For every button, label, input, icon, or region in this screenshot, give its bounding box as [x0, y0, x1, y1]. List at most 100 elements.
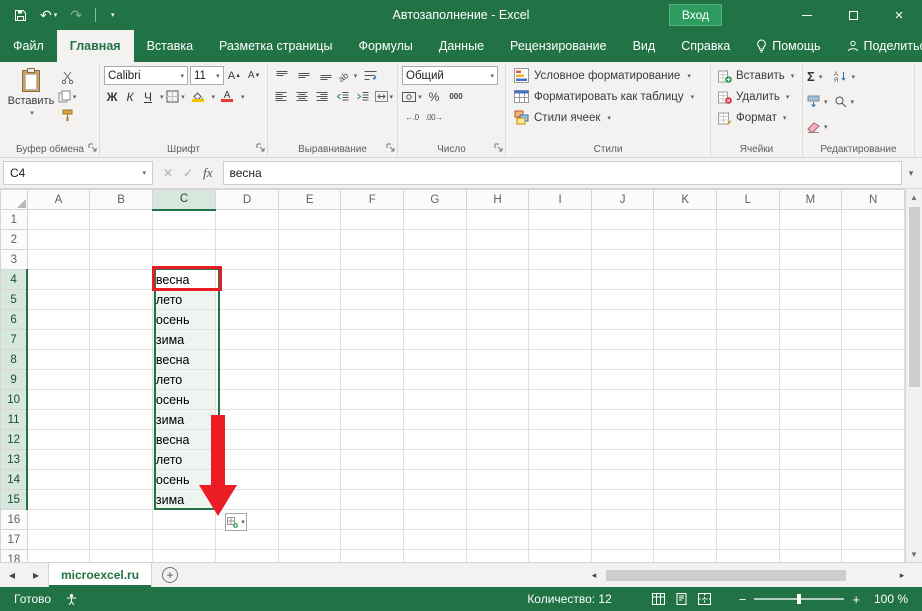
cell-A9[interactable] [26, 369, 91, 390]
cell-G9[interactable] [403, 369, 467, 390]
cell-D2[interactable] [215, 229, 279, 250]
cell-L1[interactable] [715, 209, 780, 230]
cell-B13[interactable] [89, 449, 153, 470]
conditional-formatting-button[interactable]: Условное форматирование ▾ [510, 65, 706, 86]
row-header-4[interactable]: 4 [0, 269, 29, 290]
cell-K13[interactable] [653, 449, 717, 470]
cell-B4[interactable] [89, 269, 153, 290]
cell-K14[interactable] [653, 469, 717, 490]
row-header-16[interactable]: 16 [0, 509, 28, 530]
cell-E15[interactable] [277, 489, 342, 510]
cell-C8[interactable]: весна [151, 349, 217, 370]
cell-F3[interactable] [340, 249, 405, 270]
scroll-up-icon[interactable]: ▲ [906, 189, 922, 205]
alignment-dialog-launcher[interactable] [386, 143, 395, 155]
cell-L10[interactable] [715, 389, 780, 410]
cell-G10[interactable] [403, 389, 467, 410]
cell-A12[interactable] [26, 429, 91, 450]
cell-I6[interactable] [528, 309, 592, 330]
cell-A10[interactable] [26, 389, 91, 410]
cell-E6[interactable] [277, 309, 342, 330]
cell-I1[interactable] [528, 209, 592, 230]
customize-qat-icon[interactable]: ▾ [109, 11, 115, 19]
cell-J18[interactable] [590, 549, 655, 562]
decrease-indent-icon[interactable] [334, 87, 353, 106]
cell-A11[interactable] [26, 409, 91, 430]
tab-view[interactable]: Вид [620, 30, 669, 62]
cell-N1[interactable] [841, 209, 905, 230]
percent-format-icon[interactable]: % [424, 87, 444, 106]
cell-G16[interactable] [403, 509, 467, 530]
cell-E8[interactable] [277, 349, 342, 370]
cell-B9[interactable] [89, 369, 153, 390]
cell-D6[interactable] [215, 309, 279, 330]
cell-K6[interactable] [653, 309, 717, 330]
cell-C3[interactable] [151, 249, 217, 270]
hscroll-right-icon[interactable]: ▸ [890, 570, 914, 581]
align-middle-icon[interactable] [294, 66, 314, 85]
zoom-level[interactable]: 100 % [874, 592, 908, 606]
cell-H17[interactable] [465, 529, 530, 550]
cell-B8[interactable] [89, 349, 153, 370]
cell-G3[interactable] [403, 249, 467, 270]
cell-K8[interactable] [653, 349, 717, 370]
cell-L14[interactable] [715, 469, 780, 490]
cell-B5[interactable] [89, 289, 153, 310]
cell-E18[interactable] [277, 549, 342, 562]
cell-F12[interactable] [340, 429, 405, 450]
cell-F5[interactable] [340, 289, 405, 310]
format-cells-button[interactable]: Формат ▾ [715, 107, 798, 128]
cell-H11[interactable] [465, 409, 530, 430]
cell-J4[interactable] [590, 269, 655, 290]
enter-icon[interactable]: ✓ [183, 166, 193, 180]
cell-A13[interactable] [26, 449, 91, 470]
view-normal-icon[interactable] [651, 593, 665, 605]
row-header-5[interactable]: 5 [0, 289, 29, 310]
cell-F13[interactable] [340, 449, 405, 470]
tab-help[interactable]: Справка [668, 30, 743, 62]
row-header-8[interactable]: 8 [0, 349, 29, 370]
cell-G1[interactable] [403, 209, 467, 230]
cell-K10[interactable] [653, 389, 717, 410]
cell-G13[interactable] [403, 449, 467, 470]
row-header-13[interactable]: 13 [0, 449, 29, 470]
cell-I12[interactable] [528, 429, 592, 450]
cell-D4[interactable] [215, 269, 279, 290]
cell-J12[interactable] [590, 429, 655, 450]
column-header-I[interactable]: I [528, 189, 592, 210]
cell-H1[interactable] [465, 209, 530, 230]
cell-D3[interactable] [215, 249, 279, 270]
cell-G12[interactable] [403, 429, 467, 450]
bold-button[interactable]: Ж [104, 90, 120, 104]
cell-L4[interactable] [715, 269, 780, 290]
cell-B6[interactable] [89, 309, 153, 330]
cell-D10[interactable] [215, 389, 279, 410]
cell-K17[interactable] [653, 529, 717, 550]
insert-cells-button[interactable]: Вставить ▾ [715, 65, 798, 86]
cell-J16[interactable] [590, 509, 655, 530]
cell-E17[interactable] [277, 529, 342, 550]
cell-C7[interactable]: зима [151, 329, 217, 350]
autosum-button[interactable]: Σ ▾ [807, 67, 828, 86]
cell-G14[interactable] [403, 469, 467, 490]
cell-J11[interactable] [590, 409, 655, 430]
decrease-font-icon[interactable]: A ▼ [245, 66, 263, 85]
row-header-11[interactable]: 11 [0, 409, 29, 430]
cell-J17[interactable] [590, 529, 655, 550]
cell-E16[interactable] [277, 509, 342, 530]
cell-J15[interactable] [590, 489, 655, 510]
cell-H10[interactable] [465, 389, 530, 410]
cell-styles-button[interactable]: Стили ячеек ▾ [510, 107, 706, 128]
cancel-icon[interactable]: ✕ [163, 166, 173, 180]
cell-M1[interactable] [778, 209, 843, 230]
cell-M2[interactable] [778, 229, 843, 250]
row-header-3[interactable]: 3 [0, 249, 28, 270]
cell-K11[interactable] [653, 409, 717, 430]
cell-H6[interactable] [465, 309, 530, 330]
cell-I16[interactable] [528, 509, 592, 530]
column-header-G[interactable]: G [403, 189, 467, 210]
cell-L7[interactable] [715, 329, 780, 350]
cell-E1[interactable] [277, 209, 342, 230]
zoom-in-icon[interactable]: + [852, 592, 860, 607]
cell-A4[interactable] [26, 269, 91, 290]
